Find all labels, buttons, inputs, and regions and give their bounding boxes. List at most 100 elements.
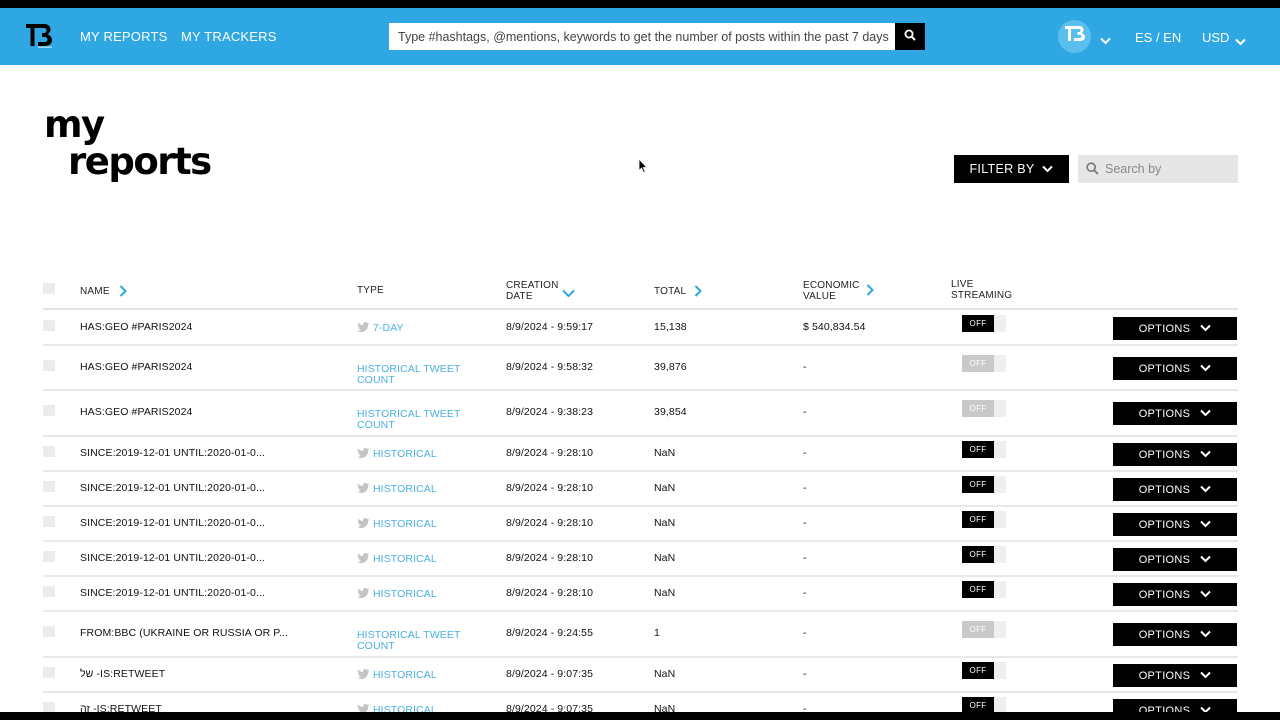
live-streaming-toggle[interactable]: OFF	[962, 511, 1006, 529]
economic-value: -	[803, 587, 807, 599]
options-button[interactable]: OPTIONS	[1113, 443, 1237, 466]
chevron-down-icon[interactable]	[1235, 33, 1246, 51]
row-checkbox[interactable]	[43, 360, 55, 371]
live-streaming-toggle[interactable]: OFF	[962, 400, 1006, 418]
report-name[interactable]: SINCE:2019-12-01 UNTIL:2020-01-0...	[80, 518, 265, 529]
row-checkbox[interactable]	[43, 551, 55, 562]
live-streaming-toggle[interactable]: OFF	[962, 355, 1006, 373]
report-name[interactable]: SINCE:2019-12-01 UNTIL:2020-01-0...	[80, 483, 265, 494]
report-type-link[interactable]: HISTORICAL	[357, 483, 437, 496]
report-type-link[interactable]: HISTORICAL	[357, 553, 437, 566]
report-type-link[interactable]: 7-DAY	[357, 322, 404, 335]
row-checkbox[interactable]	[43, 626, 55, 637]
toggle-track	[992, 441, 1006, 458]
column-header-name[interactable]: NAME	[80, 286, 110, 297]
economic-value: -	[803, 517, 807, 529]
nav-my-reports[interactable]: MY REPORTS	[80, 29, 167, 44]
report-type-link[interactable]: HISTORICAL TWEET COUNT	[357, 364, 461, 386]
report-name[interactable]: HAS:GEO #PARIS2024	[80, 362, 193, 373]
row-checkbox[interactable]	[43, 446, 55, 457]
report-type-link[interactable]: HISTORICAL TWEET COUNT	[357, 630, 461, 652]
creation-date: 8/9/2024 - 9:58:32	[506, 361, 594, 373]
options-button[interactable]: OPTIONS	[1113, 623, 1237, 646]
options-button[interactable]: OPTIONS	[1113, 664, 1237, 687]
creation-date: 8/9/2024 - 9:24:55	[506, 627, 594, 639]
chevron-down-icon	[1042, 162, 1054, 176]
report-name[interactable]: SINCE:2019-12-01 UNTIL:2020-01-0...	[80, 553, 265, 564]
live-streaming-toggle[interactable]: OFF	[962, 441, 1006, 459]
row-divider	[43, 505, 1238, 507]
chevron-right-icon[interactable]	[694, 284, 702, 302]
toggle-track	[992, 511, 1006, 528]
live-streaming-toggle[interactable]: OFF	[962, 546, 1006, 564]
options-button[interactable]: OPTIONS	[1113, 402, 1237, 425]
column-header-live-streaming: LIVE STREAMING	[951, 279, 1012, 301]
select-all-checkbox[interactable]	[43, 283, 55, 294]
live-streaming-toggle[interactable]: OFF	[962, 476, 1006, 494]
report-name[interactable]: HAS:GEO #PARIS2024	[80, 322, 193, 333]
options-button[interactable]: OPTIONS	[1113, 583, 1237, 606]
bottom-letterbox	[0, 712, 1280, 720]
chevron-down-icon[interactable]	[1100, 32, 1111, 50]
search-icon	[1086, 162, 1099, 180]
filter-by-button[interactable]: FILTER BY	[954, 155, 1069, 183]
user-avatar[interactable]	[1058, 20, 1091, 53]
row-divider	[43, 470, 1238, 472]
live-streaming-toggle[interactable]: OFF	[962, 621, 1006, 639]
currency-selector[interactable]: USD	[1202, 30, 1229, 45]
report-type-link[interactable]: HISTORICAL	[357, 588, 437, 601]
report-name[interactable]: של -IS:RETWEET	[80, 669, 165, 680]
chevron-down-icon	[1200, 589, 1212, 601]
chevron-down-icon[interactable]	[562, 285, 575, 303]
report-type-line2: COUNT	[357, 419, 395, 431]
toggle-state-label: OFF	[962, 621, 994, 638]
language-switcher[interactable]: ES / EN	[1135, 30, 1181, 45]
report-type-link[interactable]: HISTORICAL	[357, 518, 437, 531]
chevron-right-icon[interactable]	[866, 283, 874, 301]
report-name[interactable]: SINCE:2019-12-01 UNTIL:2020-01-0...	[80, 448, 265, 459]
options-button[interactable]: OPTIONS	[1113, 548, 1237, 571]
row-divider	[43, 656, 1238, 658]
live-streaming-toggle[interactable]: OFF	[962, 662, 1006, 680]
nav-my-trackers[interactable]: MY TRACKERS	[181, 29, 277, 44]
row-checkbox[interactable]	[43, 405, 55, 416]
row-checkbox[interactable]	[43, 516, 55, 527]
tb-logo[interactable]	[26, 24, 52, 48]
live-streaming-toggle[interactable]: OFF	[962, 315, 1006, 333]
global-search-input[interactable]	[389, 23, 895, 50]
row-checkbox[interactable]	[43, 320, 55, 331]
row-checkbox[interactable]	[43, 667, 55, 678]
options-button[interactable]: OPTIONS	[1113, 317, 1237, 340]
economic-value: -	[803, 406, 807, 418]
creation-date-line1: CREATION	[506, 280, 559, 291]
report-type-link[interactable]: HISTORICAL TWEET COUNT	[357, 409, 461, 431]
creation-date: 8/9/2024 - 9:28:10	[506, 517, 594, 529]
report-type-link[interactable]: HISTORICAL	[357, 448, 437, 461]
column-header-economic-value[interactable]: ECONOMIC VALUE	[803, 280, 860, 302]
creation-date: 8/9/2024 - 9:07:35	[506, 668, 594, 680]
toggle-state-label: OFF	[962, 511, 994, 528]
options-button[interactable]: OPTIONS	[1113, 478, 1237, 501]
options-button[interactable]: OPTIONS	[1113, 357, 1237, 380]
column-header-creation-date[interactable]: CREATION DATE	[506, 280, 559, 302]
chevron-right-icon[interactable]	[119, 284, 127, 302]
filter-by-label: FILTER BY	[969, 162, 1035, 176]
economic-value: -	[803, 482, 807, 494]
column-header-total[interactable]: TOTAL	[654, 286, 686, 297]
row-checkbox[interactable]	[43, 481, 55, 492]
report-name[interactable]: FROM:BBC (UKRAINE OR RUSSIA OR P...	[80, 628, 288, 639]
mouse-cursor-icon	[638, 157, 648, 179]
toggle-track	[992, 315, 1006, 332]
economic-value: -	[803, 361, 807, 373]
report-name[interactable]: HAS:GEO #PARIS2024	[80, 407, 193, 418]
report-search-input[interactable]	[1105, 155, 1235, 183]
report-type-link[interactable]: HISTORICAL	[357, 669, 437, 682]
report-name[interactable]: SINCE:2019-12-01 UNTIL:2020-01-0...	[80, 588, 265, 599]
global-search-button[interactable]	[895, 23, 925, 50]
report-type-label: HISTORICAL	[373, 448, 437, 460]
live-streaming-toggle[interactable]: OFF	[962, 581, 1006, 599]
total-count: 1	[654, 627, 660, 639]
row-checkbox[interactable]	[43, 586, 55, 597]
report-type-line2: COUNT	[357, 374, 395, 386]
options-button[interactable]: OPTIONS	[1113, 513, 1237, 536]
